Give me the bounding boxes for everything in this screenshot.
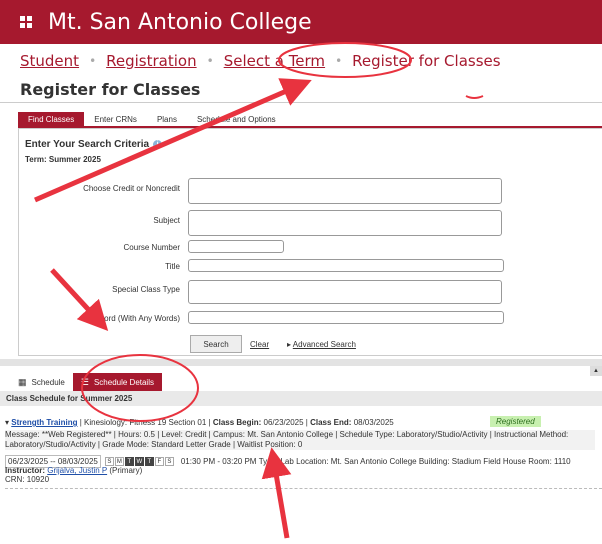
info-icon[interactable]: i [153,139,163,149]
day-fri: F [154,457,164,466]
expand-caret-icon[interactable]: ▾ [5,418,9,427]
day-mon: M [114,457,124,466]
class-end: 08/03/2025 [353,418,394,427]
meeting-type: Type: Lab [258,457,294,466]
credit-label: Choose Credit or Noncredit [83,184,180,193]
caret-right-icon: ▸ [287,340,292,349]
title-label: Title [165,262,180,271]
meeting-time: 01:30 PM - 03:20 PM [180,457,257,466]
day-thu: T [144,457,154,466]
breadcrumb-student[interactable]: Student [20,52,79,70]
status-badge: Registered [490,416,541,427]
class-title-link[interactable]: Strength Training [11,418,77,427]
breadcrumb-separator: • [335,54,343,68]
instructor-role: (Primary) [109,466,143,475]
app-title: Mt. San Antonio College [48,9,312,35]
course-number-input[interactable] [188,240,284,253]
term-label: Term: Summer 2025 [25,155,101,164]
credit-select[interactable] [188,178,502,204]
tab-schedule[interactable]: ▦ Schedule [10,373,73,391]
instructor-label: Instructor: [5,466,45,475]
search-heading: Enter Your Search Criteria i [25,139,163,150]
panel-splitter[interactable] [0,359,602,366]
tab-enter-crns[interactable]: Enter CRNs [84,112,147,127]
subject-input[interactable] [188,210,502,236]
advanced-search-link[interactable]: ▸ Advanced Search [287,340,356,349]
search-heading-text: Enter Your Search Criteria [25,139,150,150]
special-type-select[interactable] [188,280,502,304]
schedule-tab-bar: ▦ Schedule ☰ Schedule Details [10,373,162,391]
meeting-building: Building: Stadium Field House [418,457,526,466]
course-number-label: Course Number [123,243,180,252]
calendar-icon: ▦ [18,376,27,387]
class-info: | Kinesiology: Fitness 19 Section 01 | [77,418,213,427]
breadcrumb-registration[interactable]: Registration [106,52,196,70]
title-input[interactable] [188,259,504,272]
tab-schedule-label: Schedule [31,377,65,387]
list-icon: ☰ [80,376,89,387]
annotation-arrow [261,447,292,539]
day-sun: S [104,457,114,466]
instructor-line: Instructor: Grijalva, Justin P (Primary) [5,466,142,475]
class-summary: ▾ Strength Training | Kinesiology: Fitne… [5,418,394,427]
divider [0,102,602,103]
meeting-room: Room: 1110 [528,457,571,466]
tab-schedule-options[interactable]: Schedule and Options [187,112,286,127]
advanced-search-label: Advanced Search [292,340,356,349]
meeting-days: S M T W T F S [104,457,175,466]
class-message: Message: **Web Registered** | Hours: 0.5… [5,430,595,450]
class-begin: 06/23/2025 [263,418,304,427]
annotation-mark [465,95,484,99]
tab-plans[interactable]: Plans [147,112,187,127]
day-tue: T [124,457,134,466]
breadcrumb-current: Register for Classes [352,52,501,70]
subject-label: Subject [153,216,180,225]
app-menu-icon[interactable] [20,16,32,28]
collapse-icon[interactable]: ▲ [590,366,602,376]
page-title: Register for Classes [20,80,201,99]
day-wed: W [134,457,144,466]
tab-schedule-details[interactable]: ☰ Schedule Details [72,373,162,391]
day-sat: S [164,457,174,466]
meeting-location: Location: Mt. San Antonio College [296,457,417,466]
search-button[interactable]: Search [190,335,242,353]
breadcrumb: Student • Registration • Select a Term •… [20,50,501,72]
tab-bar: Find Classes Enter CRNs Plans Schedule a… [18,111,286,127]
class-begin-label: Class Begin: [212,418,262,427]
tab-find-classes[interactable]: Find Classes [18,112,85,127]
crn: CRN: 10920 [5,475,50,484]
keyword-input[interactable] [188,311,504,324]
breadcrumb-separator: • [89,54,97,68]
tab-schedule-details-label: Schedule Details [93,377,154,387]
divider [5,488,602,489]
special-type-label: Special Class Type [112,285,180,294]
class-end-label: Class End: [310,418,352,427]
top-bar: Mt. San Antonio College [0,0,602,44]
breadcrumb-select-term[interactable]: Select a Term [224,52,325,70]
breadcrumb-separator: • [206,54,214,68]
keyword-label: Keyword (With Any Words) [84,314,180,323]
clear-link[interactable]: Clear [250,340,269,349]
instructor-link[interactable]: Grijalva, Justin P [47,466,107,475]
schedule-header: Class Schedule for Summer 2025 [0,391,602,406]
